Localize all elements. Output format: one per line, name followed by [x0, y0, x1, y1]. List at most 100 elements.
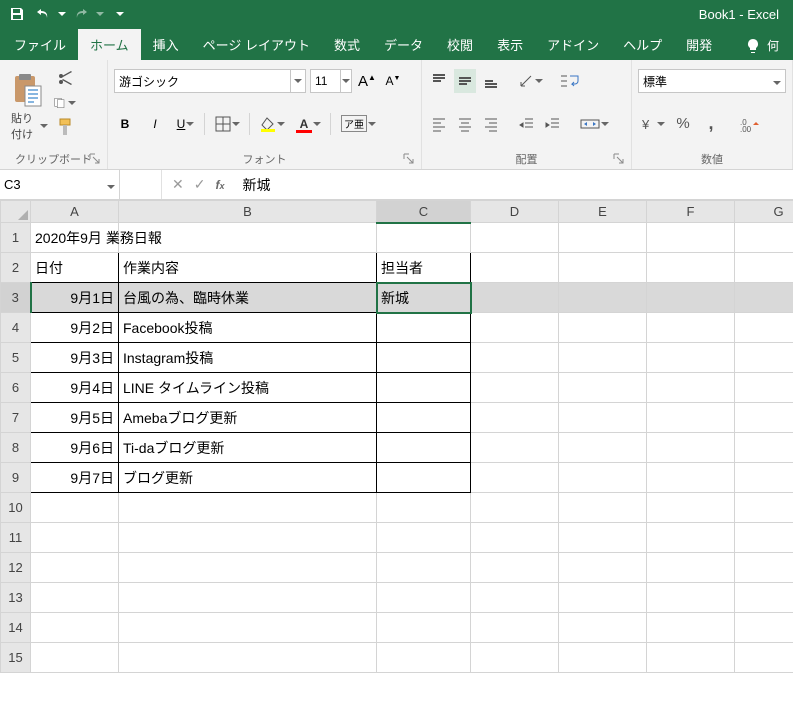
cell[interactable]: [559, 283, 647, 313]
cell[interactable]: [119, 523, 377, 553]
cell[interactable]: [471, 643, 559, 673]
cell[interactable]: [377, 403, 471, 433]
align-top-button[interactable]: [428, 69, 450, 93]
cell[interactable]: 作業内容: [119, 253, 377, 283]
row-header[interactable]: 3: [1, 283, 31, 313]
redo-dropdown-icon[interactable]: [96, 12, 104, 16]
formula-bar[interactable]: [234, 170, 793, 199]
font-size-combo[interactable]: [310, 69, 352, 93]
percent-format-button[interactable]: %: [672, 112, 694, 136]
cell[interactable]: [471, 433, 559, 463]
row-header[interactable]: 4: [1, 313, 31, 343]
name-box-input[interactable]: [4, 177, 76, 192]
cell[interactable]: [377, 223, 471, 253]
align-right-button[interactable]: [480, 112, 502, 136]
row-header[interactable]: 7: [1, 403, 31, 433]
format-painter-button[interactable]: [54, 117, 76, 137]
cell[interactable]: [647, 493, 735, 523]
cut-button[interactable]: [54, 69, 76, 89]
cell[interactable]: [735, 343, 793, 373]
cell[interactable]: [559, 253, 647, 283]
tab-developer[interactable]: 開発: [674, 29, 724, 60]
cell[interactable]: [559, 613, 647, 643]
cell[interactable]: [735, 373, 793, 403]
cell[interactable]: [559, 223, 647, 253]
cell[interactable]: [471, 223, 559, 253]
column-header[interactable]: A: [31, 201, 119, 223]
column-header[interactable]: F: [647, 201, 735, 223]
tab-formulas[interactable]: 数式: [322, 29, 372, 60]
cell[interactable]: [735, 403, 793, 433]
cell[interactable]: [377, 493, 471, 523]
cell[interactable]: [119, 613, 377, 643]
cell[interactable]: [559, 493, 647, 523]
copy-button[interactable]: [54, 93, 76, 113]
font-color-button[interactable]: A: [294, 112, 322, 136]
merge-center-button[interactable]: [578, 112, 610, 136]
cell[interactable]: [471, 343, 559, 373]
row-header[interactable]: 1: [1, 223, 31, 253]
align-bottom-button[interactable]: [480, 69, 502, 93]
cell[interactable]: [119, 553, 377, 583]
cell[interactable]: [647, 523, 735, 553]
phonetic-button[interactable]: ア亜: [339, 112, 377, 136]
cell[interactable]: [377, 643, 471, 673]
cell[interactable]: 9月7日: [31, 463, 119, 493]
cell[interactable]: [735, 493, 793, 523]
cell[interactable]: [735, 523, 793, 553]
row-header[interactable]: 2: [1, 253, 31, 283]
undo-icon[interactable]: [32, 3, 54, 25]
tab-review[interactable]: 校閲: [435, 29, 485, 60]
font-size-input[interactable]: [311, 74, 340, 88]
row-header[interactable]: 12: [1, 553, 31, 583]
cell[interactable]: Amebaブログ更新: [119, 403, 377, 433]
cell[interactable]: [559, 433, 647, 463]
row-header[interactable]: 13: [1, 583, 31, 613]
tab-insert[interactable]: 挿入: [141, 29, 191, 60]
cell[interactable]: [119, 643, 377, 673]
row-header[interactable]: 14: [1, 613, 31, 643]
cell[interactable]: [735, 223, 793, 253]
cell[interactable]: [471, 403, 559, 433]
cell[interactable]: [471, 373, 559, 403]
cell[interactable]: [377, 343, 471, 373]
wrap-text-button[interactable]: [558, 69, 582, 93]
cell[interactable]: [647, 643, 735, 673]
worksheet-grid[interactable]: ABCDEFG 12020年9月 業務日報2日付作業内容担当者39月1日台風の為…: [0, 200, 793, 722]
row-header[interactable]: 5: [1, 343, 31, 373]
cell[interactable]: 台風の為、臨時休業: [119, 283, 377, 313]
cell[interactable]: [647, 313, 735, 343]
cell[interactable]: [735, 313, 793, 343]
font-name-input[interactable]: [115, 74, 290, 88]
cell[interactable]: [647, 463, 735, 493]
cell[interactable]: [647, 613, 735, 643]
cell[interactable]: [559, 583, 647, 613]
row-header[interactable]: 8: [1, 433, 31, 463]
cell[interactable]: [119, 493, 377, 523]
tab-page-layout[interactable]: ページ レイアウト: [191, 29, 322, 60]
comma-format-button[interactable]: ,: [700, 112, 722, 136]
underline-button[interactable]: U: [174, 112, 196, 136]
font-name-combo[interactable]: [114, 69, 306, 93]
cancel-formula-icon[interactable]: ✕: [172, 176, 184, 193]
cell[interactable]: [377, 523, 471, 553]
cell[interactable]: [559, 463, 647, 493]
cell[interactable]: LINE タイムライン投稿: [119, 373, 377, 403]
tab-help[interactable]: ヘルプ: [611, 29, 674, 60]
insert-function-icon[interactable]: fx: [215, 178, 224, 192]
number-format-dropdown-icon[interactable]: [773, 74, 781, 88]
cell[interactable]: 新城: [377, 283, 471, 313]
cell[interactable]: [559, 313, 647, 343]
cell[interactable]: [735, 613, 793, 643]
cell[interactable]: [31, 553, 119, 583]
increase-decimal-button[interactable]: .0.00: [738, 112, 762, 136]
cell[interactable]: [735, 433, 793, 463]
cell[interactable]: [471, 313, 559, 343]
cell[interactable]: 2020年9月 業務日報: [31, 223, 119, 253]
cell[interactable]: [735, 463, 793, 493]
alignment-dialog-launcher[interactable]: [613, 153, 627, 167]
column-header[interactable]: C: [377, 201, 471, 223]
row-header[interactable]: 9: [1, 463, 31, 493]
bold-button[interactable]: B: [114, 112, 136, 136]
tab-home[interactable]: ホーム: [78, 29, 141, 60]
